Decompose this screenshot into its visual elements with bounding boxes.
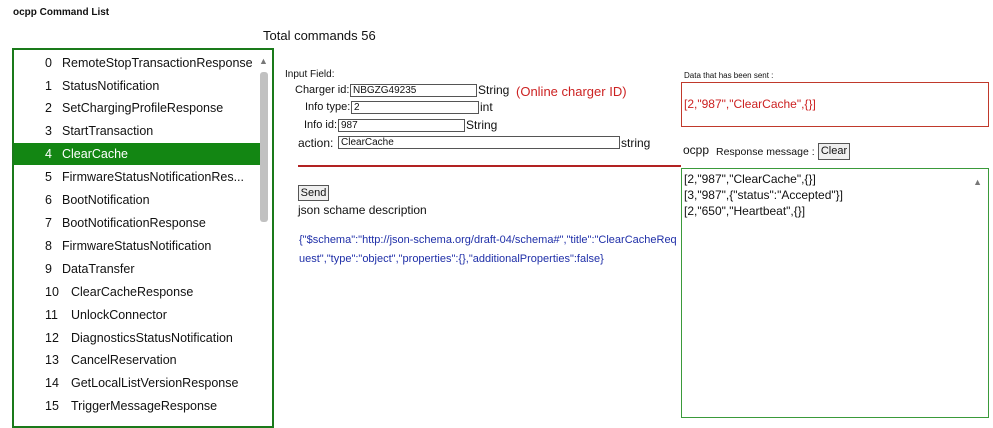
list-item-selected[interactable]: 4 ClearCache xyxy=(14,143,260,165)
item-label: StatusNotification xyxy=(62,79,160,93)
item-label: ClearCacheResponse xyxy=(71,285,194,299)
online-charger-note: (Online charger ID) xyxy=(516,84,627,99)
list-item[interactable]: 8 FirmwareStatusNotification xyxy=(14,235,260,257)
schema-title: json schame description xyxy=(298,203,427,217)
list-item[interactable]: 1 StatusNotification xyxy=(14,75,260,97)
item-number: 10 xyxy=(45,285,59,299)
list-item[interactable]: 6 BootNotification xyxy=(14,189,260,211)
action-input[interactable]: ClearCache xyxy=(338,136,620,149)
info-id-input[interactable]: 987 xyxy=(338,119,465,132)
item-label: RemoteStopTransactionResponse xyxy=(62,56,253,70)
sent-data: [2,"987","ClearCache",{}] xyxy=(684,97,816,111)
item-number: 14 xyxy=(45,376,59,390)
list-item[interactable]: 15 TriggerMessageResponse xyxy=(14,395,260,417)
item-label: StartTransaction xyxy=(62,124,154,138)
item-number: 3 xyxy=(45,124,52,138)
list-item[interactable]: 2 SetChargingProfileResponse xyxy=(14,97,260,119)
command-list[interactable]: 0 RemoteStopTransactionResponse 1 Status… xyxy=(12,48,274,428)
item-number: 15 xyxy=(45,399,59,413)
item-number: 13 xyxy=(45,353,59,367)
list-item[interactable]: 11 UnlockConnector xyxy=(14,304,260,326)
info-id-label: Info id: xyxy=(304,119,338,131)
response-line: [2,"650","Heartbeat",{}] xyxy=(684,204,806,218)
item-number: 11 xyxy=(45,308,58,322)
item-label: BootNotificationResponse xyxy=(62,216,206,230)
item-number: 9 xyxy=(45,262,52,276)
item-number: 1 xyxy=(45,79,52,93)
list-scrollbar[interactable]: ▲ xyxy=(258,50,270,426)
scroll-up-icon[interactable]: ▲ xyxy=(259,56,268,66)
item-number: 4 xyxy=(45,147,52,161)
list-item[interactable]: 3 StartTransaction xyxy=(14,120,260,142)
list-item[interactable]: 14 GetLocalListVersionResponse xyxy=(14,372,260,394)
charger-id-type: String xyxy=(478,83,510,97)
response-label: Response message : xyxy=(716,146,815,158)
info-type-label: Info type: xyxy=(305,101,351,113)
list-item[interactable]: 0 RemoteStopTransactionResponse xyxy=(14,52,260,74)
ocpp-label: ocpp xyxy=(683,143,710,157)
item-number: 5 xyxy=(45,170,52,184)
item-label: ClearCache xyxy=(62,147,129,161)
info-id-type: String xyxy=(466,118,498,132)
item-label: GetLocalListVersionResponse xyxy=(71,376,239,390)
item-label: UnlockConnector xyxy=(71,308,167,322)
list-item[interactable]: 12 DiagnosticsStatusNotification xyxy=(14,327,260,349)
item-label: BootNotification xyxy=(62,193,150,207)
item-label: CancelReservation xyxy=(71,353,177,367)
item-label: SetChargingProfileResponse xyxy=(62,101,224,115)
item-number: 7 xyxy=(45,216,52,230)
schema-description: {"$schema":"http://json-schema.org/draft… xyxy=(299,234,677,265)
send-button[interactable]: Send xyxy=(298,185,329,201)
response-box[interactable]: [2,"987","ClearCache",{}] [3,"987",{"sta… xyxy=(681,168,989,418)
list-item[interactable]: 7 BootNotificationResponse xyxy=(14,212,260,234)
item-number: 2 xyxy=(45,101,52,115)
item-label: TriggerMessageResponse xyxy=(71,399,218,413)
sent-data-box: [2,"987","ClearCache",{}] xyxy=(681,82,989,127)
list-item[interactable]: 9 DataTransfer xyxy=(14,258,260,280)
item-label: FirmwareStatusNotification xyxy=(62,239,212,253)
list-item[interactable]: 10 ClearCacheResponse xyxy=(14,281,260,303)
charger-id-input[interactable]: NBGZG49235 xyxy=(350,84,477,97)
input-field-caption: Input Field: xyxy=(285,69,335,80)
item-label: DiagnosticsStatusNotification xyxy=(71,331,233,345)
item-label: FirmwareStatusNotificationRes... xyxy=(62,170,245,184)
app-title: ocpp Command List xyxy=(13,7,110,18)
response-line: [2,"987","ClearCache",{}] xyxy=(684,172,816,186)
charger-id-label: Charger id: xyxy=(295,84,350,96)
action-label: action: xyxy=(298,136,334,150)
clear-button[interactable]: Clear xyxy=(818,143,850,160)
item-number: 12 xyxy=(45,331,59,345)
list-item[interactable]: 13 CancelReservation xyxy=(14,349,260,371)
sent-caption: Data that has been sent : xyxy=(684,71,774,80)
scroll-up-icon[interactable]: ▲ xyxy=(973,177,982,187)
action-type: string xyxy=(621,136,651,150)
item-number: 6 xyxy=(45,193,52,207)
item-number: 0 xyxy=(45,56,52,70)
info-type-type: int xyxy=(480,100,493,114)
info-type-input[interactable]: 2 xyxy=(351,101,479,114)
response-line: [3,"987",{"status":"Accepted"}] xyxy=(684,188,843,202)
scrollbar-thumb[interactable] xyxy=(260,72,268,222)
total-commands: Total commands 56 xyxy=(263,28,376,43)
item-label: DataTransfer xyxy=(62,262,135,276)
item-number: 8 xyxy=(45,239,52,253)
list-item[interactable]: 5 FirmwareStatusNotificationRes... xyxy=(14,166,260,188)
section-divider xyxy=(298,165,681,167)
